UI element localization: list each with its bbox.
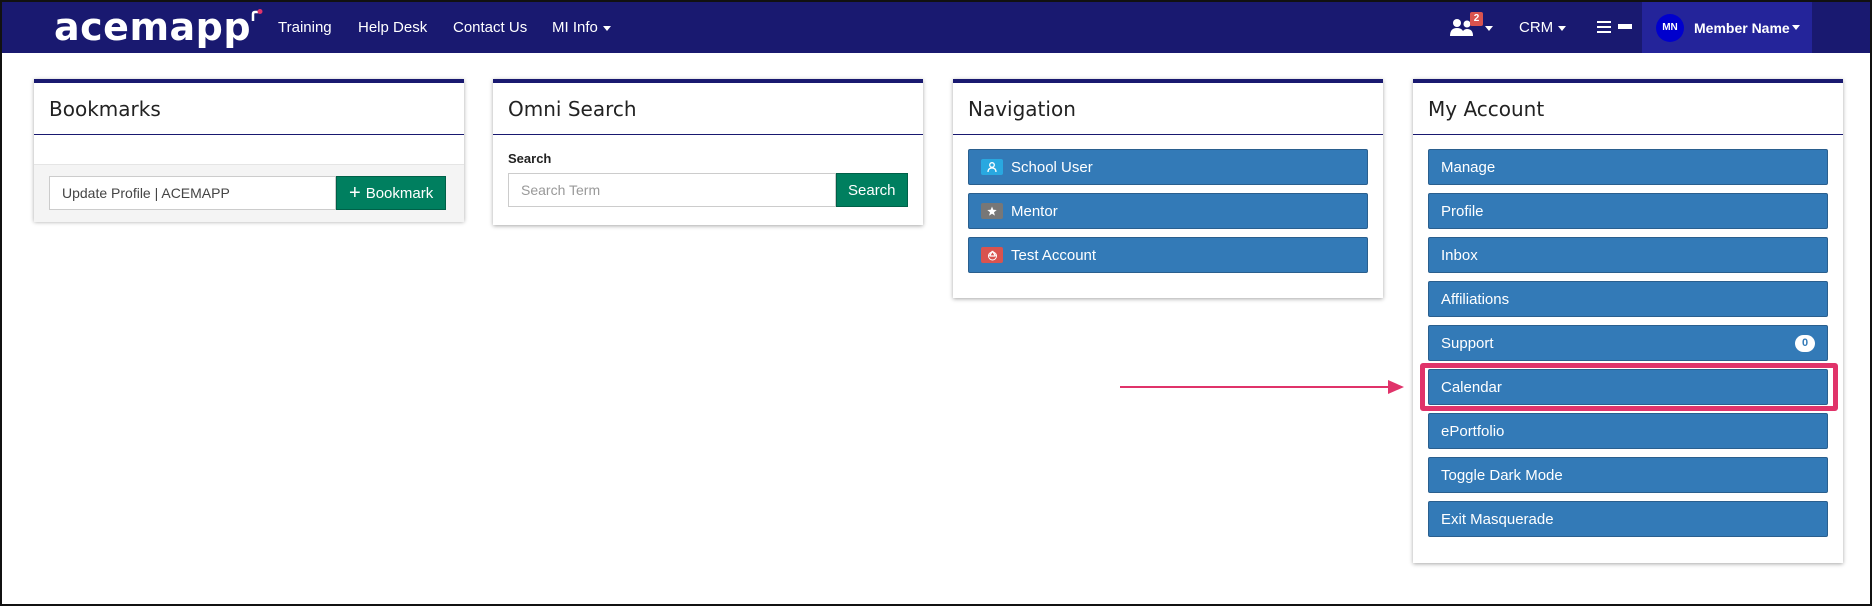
chevron-down-icon	[1558, 25, 1567, 31]
navigation-panel: Navigation School User Mentor Test Accou…	[953, 79, 1383, 298]
account-eportfolio-label: ePortfolio	[1441, 422, 1505, 440]
search-label: Search	[508, 151, 552, 166]
bookmarks-list	[34, 135, 464, 165]
calendar-highlight-box	[1420, 363, 1838, 411]
member-dropdown[interactable]: MN Member Name	[1642, 2, 1812, 53]
nav-contact-us-link[interactable]: Contact Us	[453, 2, 527, 53]
menu-dropdown[interactable]	[1597, 21, 1632, 36]
nav-test-account-label: Test Account	[1011, 246, 1097, 264]
nav-school-user-label: School User	[1011, 158, 1093, 176]
nav-mentor-label: Mentor	[1011, 202, 1058, 220]
nav-test-account-button[interactable]: Test Account	[968, 237, 1368, 273]
top-navbar: acemapp Training Help Desk Contact Us MI…	[2, 2, 1870, 53]
member-name: Member Name	[1694, 19, 1790, 36]
chevron-down-icon	[602, 25, 611, 31]
search-button[interactable]: Search	[836, 173, 908, 207]
nav-help-desk-link[interactable]: Help Desk	[358, 2, 427, 53]
add-bookmark-button[interactable]: + Bookmark	[336, 176, 447, 210]
account-toggle-dark-mode-label: Toggle Dark Mode	[1441, 466, 1563, 484]
crm-label: CRM	[1519, 19, 1554, 36]
add-bookmark-label: Bookmark	[365, 184, 434, 202]
logo-spark-icon	[251, 9, 263, 21]
omni-search-title: Omni Search	[493, 83, 923, 135]
logo-text: acemapp	[54, 5, 252, 49]
support-count-badge: 0	[1795, 335, 1815, 352]
account-profile-label: Profile	[1441, 202, 1484, 220]
recycle-icon	[981, 247, 1003, 263]
my-account-panel: My Account Manage Profile Inbox Affiliat…	[1413, 79, 1843, 563]
nav-mentor-button[interactable]: Mentor	[968, 193, 1368, 229]
notification-count-badge: 2	[1470, 12, 1483, 26]
user-icon	[981, 159, 1003, 175]
account-support-button[interactable]: Support 0	[1428, 325, 1828, 361]
mentor-icon	[981, 203, 1003, 219]
plus-icon: +	[349, 182, 361, 204]
avatar: MN	[1656, 13, 1684, 42]
account-manage-button[interactable]: Manage	[1428, 149, 1828, 185]
navigation-title: Navigation	[953, 83, 1383, 135]
account-inbox-label: Inbox	[1441, 246, 1478, 264]
nav-training-link[interactable]: Training	[278, 2, 332, 53]
account-support-label: Support	[1441, 334, 1494, 352]
account-inbox-button[interactable]: Inbox	[1428, 237, 1828, 273]
bookmarks-panel: Bookmarks Update Profile | ACEMAPP + Boo…	[34, 79, 464, 222]
account-affiliations-label: Affiliations	[1441, 290, 1510, 308]
mi-info-label: MI Info	[552, 19, 598, 36]
chevron-down-icon	[1618, 24, 1632, 29]
chevron-down-icon	[1485, 26, 1493, 31]
account-affiliations-button[interactable]: Affiliations	[1428, 281, 1828, 317]
account-profile-button[interactable]: Profile	[1428, 193, 1828, 229]
bookmarks-title: Bookmarks	[34, 83, 464, 135]
omni-search-panel: Omni Search Search Search Term Search	[493, 79, 923, 225]
crm-dropdown[interactable]: CRM	[1519, 2, 1567, 53]
account-manage-label: Manage	[1441, 158, 1496, 176]
nav-school-user-button[interactable]: School User	[968, 149, 1368, 185]
account-exit-masquerade-button[interactable]: Exit Masquerade	[1428, 501, 1828, 537]
account-eportfolio-button[interactable]: ePortfolio	[1428, 413, 1828, 449]
hamburger-icon	[1597, 21, 1611, 36]
notifications-dropdown[interactable]: 2	[1448, 12, 1493, 42]
acemapp-logo[interactable]: acemapp	[54, 5, 263, 49]
my-account-title: My Account	[1413, 83, 1843, 135]
account-exit-masquerade-label: Exit Masquerade	[1441, 510, 1554, 528]
chevron-down-icon	[1791, 25, 1800, 30]
nav-mi-info-dropdown[interactable]: MI Info	[552, 2, 611, 53]
account-toggle-dark-mode-button[interactable]: Toggle Dark Mode	[1428, 457, 1828, 493]
search-input[interactable]: Search Term	[508, 173, 836, 207]
bookmark-name-input[interactable]: Update Profile | ACEMAPP	[49, 176, 336, 210]
arrow-right-icon	[1120, 380, 1404, 394]
